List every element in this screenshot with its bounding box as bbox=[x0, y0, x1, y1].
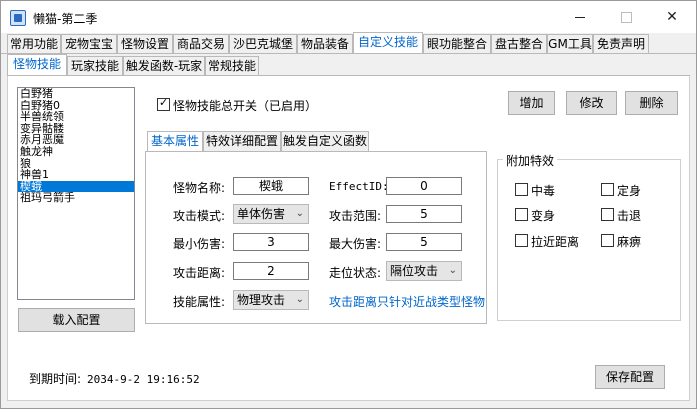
skill-attr-select[interactable]: 物理攻击 ⌄ bbox=[233, 290, 309, 310]
master-switch-label: 怪物技能总开关（已启用） bbox=[173, 99, 318, 113]
save-config-button[interactable]: 保存配置 bbox=[595, 365, 665, 389]
min-damage-label: 最小伤害: bbox=[173, 237, 226, 251]
knockback-checkbox[interactable] bbox=[601, 208, 614, 221]
root-label: 定身 bbox=[617, 184, 642, 198]
paralyze-checkbox[interactable] bbox=[601, 234, 614, 247]
attack-mode-select[interactable]: 单体伤害 ⌄ bbox=[233, 204, 309, 224]
list-item[interactable]: 触龙神 bbox=[18, 146, 134, 158]
attack-range-field[interactable]: 5 bbox=[386, 205, 462, 223]
chevron-down-icon: ⌄ bbox=[295, 208, 304, 219]
maximize-button[interactable] bbox=[603, 1, 649, 33]
close-button[interactable]: ✕ bbox=[649, 1, 695, 33]
tab-gm-tools[interactable]: GM工具 bbox=[547, 34, 593, 54]
title-bar: 懒猫-第二季 ✕ bbox=[1, 1, 696, 33]
tab-eye-features[interactable]: 眼功能整合 bbox=[423, 34, 491, 54]
delete-button[interactable]: 删除 bbox=[625, 91, 678, 115]
list-item[interactable]: 半兽统领 bbox=[18, 111, 134, 123]
tab-player-skills[interactable]: 玩家技能 bbox=[67, 56, 123, 76]
list-item[interactable]: 神兽1 bbox=[18, 169, 134, 181]
master-switch-checkbox[interactable] bbox=[157, 96, 170, 111]
expire-time: 2034-9-2 19:16:52 bbox=[87, 373, 200, 386]
min-damage-field[interactable]: 3 bbox=[233, 233, 309, 251]
pull-closer-label: 拉近距离 bbox=[531, 235, 580, 249]
tab-monster-skills[interactable]: 怪物技能 bbox=[7, 54, 67, 76]
status-bar: 到期时间: 2034-9-2 19:16:52 bbox=[29, 370, 200, 387]
attack-mode-value: 单体伤害 bbox=[237, 207, 286, 221]
tab-pangu[interactable]: 盘古整合 bbox=[491, 34, 547, 54]
chevron-down-icon: ⌄ bbox=[295, 294, 304, 305]
poison-checkbox[interactable] bbox=[515, 183, 528, 196]
tab-trigger-functions[interactable]: 触发自定义函数 bbox=[281, 131, 369, 151]
tab-custom-skills[interactable]: 自定义技能 bbox=[353, 32, 423, 54]
attack-range-label: 攻击范围: bbox=[329, 209, 382, 223]
poison-label: 中毒 bbox=[531, 184, 556, 198]
load-config-button[interactable]: 载入配置 bbox=[18, 308, 135, 332]
max-damage-label: 最大伤害: bbox=[329, 237, 382, 251]
tab-disclaimer[interactable]: 免责声明 bbox=[593, 34, 649, 54]
transform-checkbox[interactable] bbox=[515, 208, 528, 221]
pull-closer-checkbox[interactable] bbox=[515, 234, 528, 247]
app-window: 懒猫-第二季 ✕ 常用功能 宠物宝宝 怪物设置 商品交易 沙巴克城堡 物品装备 … bbox=[0, 0, 697, 409]
effect-id-field[interactable]: 0 bbox=[386, 177, 462, 195]
attack-distance-note: 攻击距离只针对近战类型怪物 bbox=[329, 295, 486, 309]
attack-distance-label: 攻击距离: bbox=[173, 266, 226, 280]
tab-pet[interactable]: 宠物宝宝 bbox=[61, 34, 117, 54]
expire-label: 到期时间: bbox=[29, 372, 82, 386]
root-checkbox[interactable] bbox=[601, 183, 614, 196]
list-item[interactable]: 变异骷髅 bbox=[18, 123, 134, 135]
list-item[interactable]: 白野猪0 bbox=[18, 100, 134, 112]
effects-group-title: 附加特效 bbox=[503, 152, 558, 169]
max-damage-field[interactable]: 5 bbox=[386, 233, 462, 251]
add-button[interactable]: 增加 bbox=[508, 91, 555, 115]
tab-basic-attributes[interactable]: 基本属性 bbox=[147, 131, 203, 151]
attack-mode-label: 攻击模式: bbox=[173, 209, 226, 223]
effect-id-label: EffectID: bbox=[329, 180, 389, 193]
attack-distance-field[interactable]: 2 bbox=[233, 262, 309, 280]
window-title: 懒猫-第二季 bbox=[33, 12, 98, 26]
tab-effect-details[interactable]: 特效详细配置 bbox=[203, 131, 281, 151]
app-icon bbox=[10, 10, 26, 26]
tab-sabak[interactable]: 沙巴克城堡 bbox=[229, 34, 297, 54]
chevron-down-icon: ⌄ bbox=[448, 265, 457, 276]
move-state-label: 走位状态: bbox=[329, 266, 382, 280]
tab-monster-settings[interactable]: 怪物设置 bbox=[117, 34, 173, 54]
list-item[interactable]: 白野猪 bbox=[18, 88, 134, 100]
tab-items[interactable]: 物品装备 bbox=[297, 34, 353, 54]
paralyze-label: 麻痹 bbox=[617, 235, 642, 249]
list-item[interactable]: 狼 bbox=[18, 158, 134, 170]
monster-name-field[interactable]: 楔蛾 bbox=[233, 177, 309, 195]
list-item-selected[interactable]: 楔蛾 bbox=[18, 180, 134, 193]
monster-list[interactable]: 白野猪 白野猪0 半兽统领 变异骷髅 赤月恶魔 触龙神 狼 神兽1 楔蛾 祖玛弓… bbox=[17, 87, 135, 300]
tab-common[interactable]: 常用功能 bbox=[7, 34, 61, 54]
move-state-value: 隔位攻击 bbox=[390, 264, 439, 278]
main-tab-divider bbox=[1, 53, 696, 54]
tab-regular-skills[interactable]: 常规技能 bbox=[205, 56, 259, 76]
list-item[interactable]: 祖玛弓箭手 bbox=[18, 192, 134, 204]
minimize-button[interactable] bbox=[557, 1, 603, 33]
knockback-label: 击退 bbox=[617, 209, 642, 223]
list-item[interactable]: 赤月恶魔 bbox=[18, 134, 134, 146]
monster-name-label: 怪物名称: bbox=[173, 181, 226, 195]
tab-trade[interactable]: 商品交易 bbox=[173, 34, 229, 54]
transform-label: 变身 bbox=[531, 209, 556, 223]
tab-trigger-player[interactable]: 触发函数-玩家 bbox=[123, 56, 205, 76]
move-state-select[interactable]: 隔位攻击 ⌄ bbox=[386, 261, 462, 281]
skill-attr-value: 物理攻击 bbox=[237, 293, 286, 307]
skill-attr-label: 技能属性: bbox=[173, 295, 226, 309]
modify-button[interactable]: 修改 bbox=[566, 91, 617, 115]
